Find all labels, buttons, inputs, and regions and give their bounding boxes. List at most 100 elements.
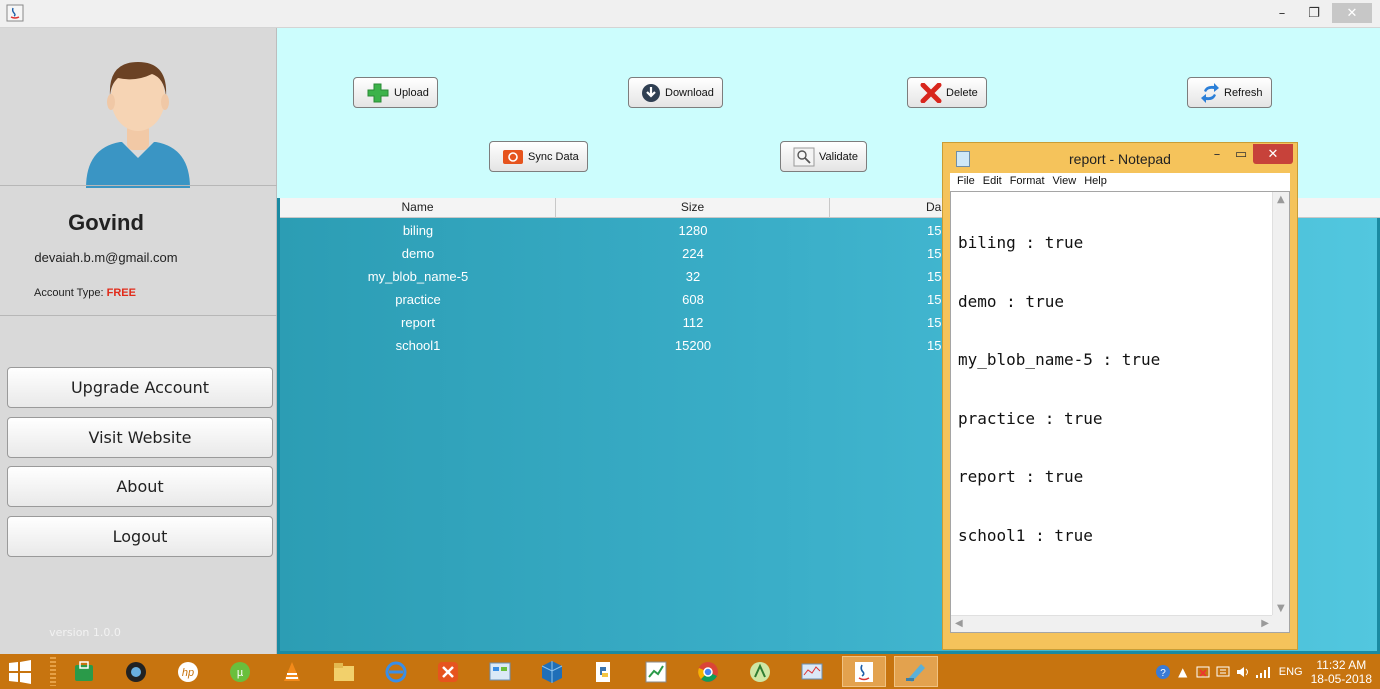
xampp-icon[interactable] — [426, 656, 470, 687]
cell-size: 608 — [682, 292, 704, 307]
camera-icon[interactable] — [114, 656, 158, 687]
user-name: Govind — [68, 210, 144, 235]
java-app-icon — [6, 4, 24, 22]
upload-button[interactable]: Upload — [353, 77, 438, 108]
validate-button[interactable]: Validate — [780, 141, 867, 172]
logout-button[interactable]: Logout — [7, 516, 273, 557]
sync-icon — [503, 149, 523, 164]
validate-magnifier-icon — [793, 147, 815, 166]
menu-format[interactable]: Format — [1007, 173, 1048, 191]
charts-app-icon[interactable] — [634, 656, 678, 687]
refresh-button[interactable]: Refresh — [1187, 77, 1272, 108]
sidebar: Govind devaiah.b.m@gmail.com Account Typ… — [0, 28, 277, 654]
network-adapter-icon[interactable] — [1213, 654, 1233, 689]
visit-website-button[interactable]: Visit Website — [7, 417, 273, 458]
notepad-maximize-button[interactable]: ▭ — [1229, 144, 1253, 164]
refresh-label: Refresh — [1224, 86, 1263, 99]
clock[interactable]: 11:32 AM 18-05-2018 — [1311, 658, 1372, 686]
download-arrow-icon — [642, 83, 660, 102]
account-type-value: FREE — [106, 287, 136, 299]
notepad-line: biling : true — [958, 233, 1084, 252]
menu-edit[interactable]: Edit — [980, 173, 1005, 191]
cell-name: report — [401, 315, 435, 330]
internet-explorer-icon[interactable] — [374, 656, 418, 687]
cell-size: 112 — [682, 315, 704, 330]
close-button[interactable]: ✕ — [1332, 3, 1372, 23]
help-icon[interactable]: ? — [1153, 654, 1173, 689]
utorrent-icon[interactable]: µ — [218, 656, 262, 687]
control-panel-icon[interactable] — [478, 656, 522, 687]
notepad-content[interactable]: biling : true demo : true my_blob_name-5… — [958, 194, 1268, 584]
scroll-left-icon[interactable]: ◀ — [955, 618, 963, 629]
column-header-size[interactable]: Size — [556, 198, 830, 218]
notepad-window[interactable]: report - Notepad – ▭ ✕ File Edit Format … — [942, 142, 1298, 650]
volume-icon[interactable] — [1233, 654, 1253, 689]
cell-size: 15200 — [674, 338, 712, 353]
python-icon[interactable] — [582, 656, 626, 687]
plus-icon — [367, 83, 389, 102]
user-avatar-icon — [86, 62, 190, 188]
notepad-title-bar[interactable]: report - Notepad – ▭ ✕ — [943, 143, 1297, 173]
windows-start-icon[interactable] — [6, 658, 34, 686]
account-type-label: Account Type: — [34, 287, 104, 299]
notepad-line: practice : true — [958, 408, 1103, 428]
scroll-up-icon[interactable]: ▲ — [1277, 194, 1285, 205]
input-language[interactable]: ENG — [1279, 666, 1303, 678]
about-button[interactable]: About — [7, 466, 273, 507]
cell-size: 1280 — [678, 223, 708, 238]
delete-button[interactable]: Delete — [907, 77, 987, 108]
minimize-button[interactable]: – — [1268, 3, 1296, 23]
vertical-scrollbar[interactable]: ▲ ▼ — [1272, 192, 1289, 616]
user-email: devaiah.b.m@gmail.com — [34, 250, 178, 265]
cell-name: demo — [401, 246, 435, 261]
account-type: Account Type: FREE — [0, 287, 170, 299]
vlc-icon[interactable] — [270, 656, 314, 687]
notepad-line: report : true — [958, 467, 1084, 486]
hp-icon[interactable]: hp — [166, 656, 210, 687]
store-icon[interactable] — [62, 656, 106, 687]
action-center-icon[interactable] — [1193, 654, 1213, 689]
delete-x-icon — [920, 82, 942, 103]
sidebar-divider — [0, 185, 277, 186]
clock-time: 11:32 AM — [1316, 657, 1367, 672]
svg-text:hp: hp — [182, 667, 194, 679]
notepad-icon[interactable] — [894, 656, 938, 687]
download-label: Download — [665, 86, 714, 99]
refresh-icon — [1201, 82, 1219, 103]
show-hidden-icons-icon[interactable]: ▲ — [1173, 654, 1193, 689]
chrome-icon[interactable] — [686, 656, 730, 687]
signal-strength-icon[interactable] — [1253, 654, 1273, 689]
notepad-text-area[interactable]: biling : true demo : true my_blob_name-5… — [950, 191, 1290, 633]
download-button[interactable]: Download — [628, 77, 723, 108]
performance-icon[interactable] — [790, 656, 834, 687]
horizontal-scrollbar[interactable]: ◀ ▶ — [951, 615, 1273, 632]
sidebar-divider — [0, 315, 277, 316]
notepad-line: my_blob_name-5 : true — [958, 350, 1161, 369]
virtualbox-icon[interactable] — [530, 656, 574, 687]
scroll-down-icon[interactable]: ▼ — [1277, 603, 1285, 614]
resize-grip-icon[interactable] — [1272, 615, 1289, 632]
notepad-close-button[interactable]: ✕ — [1253, 144, 1293, 164]
android-studio-icon[interactable] — [738, 656, 782, 687]
scroll-right-icon[interactable]: ▶ — [1261, 618, 1269, 629]
menu-file[interactable]: File — [954, 173, 978, 191]
menu-help[interactable]: Help — [1081, 173, 1110, 191]
java-icon[interactable] — [842, 656, 886, 687]
svg-text:µ: µ — [237, 667, 244, 679]
sync-data-label: Sync Data — [528, 150, 579, 163]
menu-view[interactable]: View — [1050, 173, 1080, 191]
cell-name: practice — [395, 292, 441, 307]
cell-name: my_blob_name-5 — [367, 269, 469, 284]
notepad-line: demo : true — [958, 291, 1064, 311]
version-label: version 1.0.0 — [49, 626, 121, 639]
notepad-line: school1 : true — [958, 525, 1093, 545]
notepad-minimize-button[interactable]: – — [1205, 144, 1229, 164]
restore-button[interactable]: ❐ — [1300, 3, 1328, 23]
file-explorer-icon[interactable] — [322, 656, 366, 687]
column-header-name[interactable]: Name — [280, 198, 556, 218]
system-tray: ? ▲ ENG 11:32 AM 18-05-2018 — [1153, 654, 1380, 689]
notepad-menu-bar: File Edit Format View Help — [950, 173, 1290, 191]
sync-data-button[interactable]: Sync Data — [489, 141, 588, 172]
upgrade-account-button[interactable]: Upgrade Account — [7, 367, 273, 408]
cell-size: 32 — [685, 269, 701, 284]
